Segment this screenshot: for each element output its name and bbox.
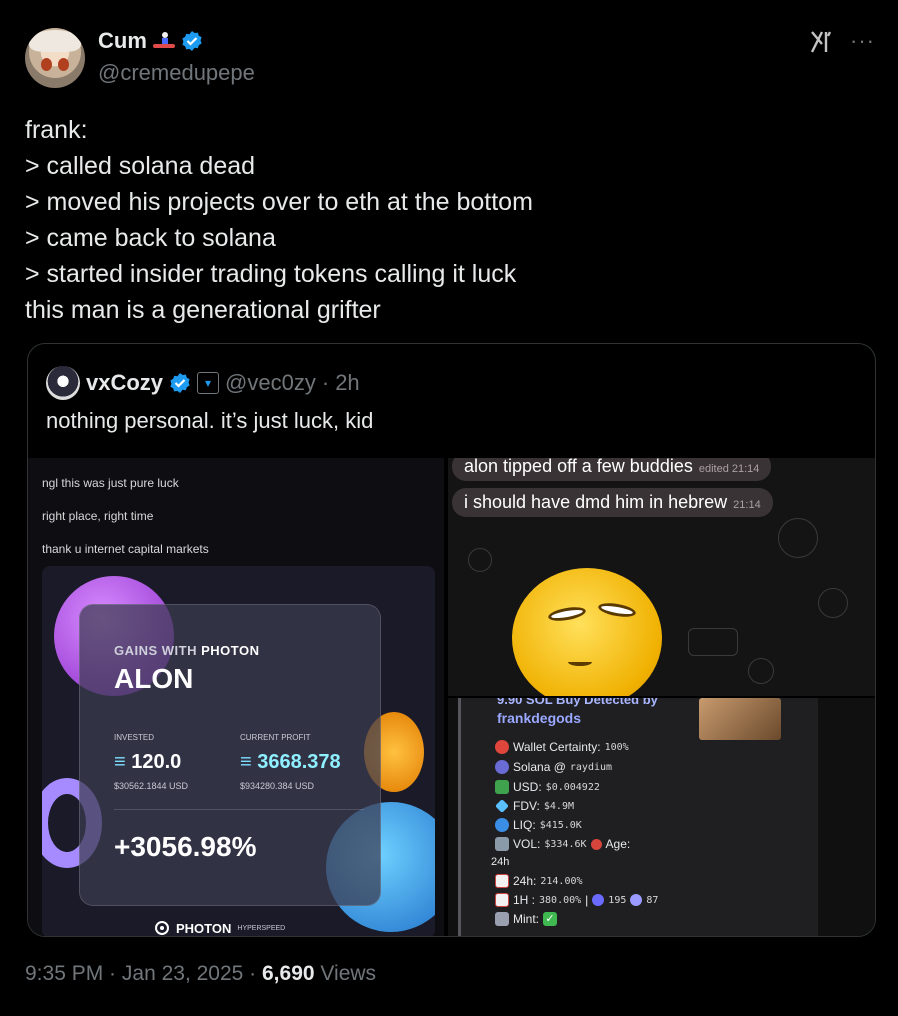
skier-emoji-icon <box>151 30 177 52</box>
gains-panel: GAINS WITH PHOTON ALON INVESTED CURRENT … <box>79 604 381 906</box>
views-label: Views <box>320 962 377 985</box>
target-icon <box>495 740 509 754</box>
gains-title: GAINS WITH PHOTON <box>114 643 260 658</box>
chart-icon <box>495 837 509 851</box>
post-line: right place, right time <box>42 509 154 523</box>
sell-icon <box>630 894 643 906</box>
chat-bubble-2: i should have dmd him in hebrew 21:14 <box>452 488 773 517</box>
quoted-tweet[interactable]: vxCozy ▾ @vec0zy · 2h nothing personal. … <box>27 343 876 937</box>
token-name: ALON <box>114 663 194 694</box>
quote-handle[interactable]: @vec0zy <box>225 370 316 396</box>
quote-dot: · <box>321 370 330 395</box>
media-image-bot[interactable]: 9.90 SOL Buy Detected by frankdegods Wal… <box>448 698 875 936</box>
money-icon <box>495 780 509 794</box>
bot-row: VOL: $334.6K Age: <box>495 837 630 851</box>
diamond-icon <box>495 799 509 813</box>
author-handle[interactable]: @cremedupepe <box>98 60 255 86</box>
tweet-line: > started insider trading tokens calling… <box>25 260 517 288</box>
author-avatar[interactable] <box>25 28 85 88</box>
buy-icon <box>592 894 605 906</box>
views-count: 6,690 <box>262 962 315 985</box>
photon-icon <box>155 921 169 935</box>
profit-usd: $934280.384 USD <box>240 781 315 791</box>
bot-row: USD: $0.004922 <box>495 780 600 794</box>
verified-badge-icon <box>169 372 191 394</box>
bot-row: Solana @ raydium <box>495 760 612 774</box>
profit-label: CURRENT PROFIT <box>240 733 311 742</box>
bot-age: 24h <box>491 856 510 868</box>
bot-row: LIQ: $415.0K <box>495 818 582 832</box>
tweet-line: > came back to solana <box>25 224 276 252</box>
chat-bubble-1: alon tipped off a few buddies edited 21:1… <box>452 458 772 481</box>
invested-label: INVESTED <box>114 733 155 742</box>
tweet-line: > called solana dead <box>25 152 256 180</box>
sparkle-badge-icon: ▾ <box>197 372 220 394</box>
bot-row: FDV: $4.9M <box>495 799 574 813</box>
bot-row: 1H :380.00% | 195 87 <box>495 893 658 907</box>
media-image-chat[interactable]: alon tipped off a few buddies edited 21:1… <box>448 458 875 696</box>
solana-icon: ≡ <box>240 751 252 773</box>
gains-card: GAINS WITH PHOTON ALON INVESTED CURRENT … <box>42 566 435 936</box>
invested-value: ≡ 120.0 <box>114 751 182 773</box>
tweet-text: frank: > called solana dead > moved his … <box>25 112 533 328</box>
solana-icon: ≡ <box>114 751 126 773</box>
profit-value: ≡ 3668.378 <box>240 751 341 773</box>
grok-icon[interactable] <box>808 28 836 56</box>
quote-text: nothing personal. it’s just luck, kid <box>46 408 374 433</box>
trend-up-icon <box>495 874 509 888</box>
bot-header: 9.90 SOL Buy Detected by <box>497 698 658 707</box>
bot-message: 9.90 SOL Buy Detected by frankdegods Wal… <box>458 698 818 936</box>
post-line: ngl this was just pure luck <box>42 476 179 490</box>
smug-emoji-icon <box>512 568 662 696</box>
bot-avatar <box>699 698 781 740</box>
bot-row: 24h: 214.00% <box>495 874 583 888</box>
quote-avatar[interactable] <box>46 366 80 400</box>
droplets-icon <box>495 818 509 832</box>
clock-icon <box>590 838 602 850</box>
quote-header: vxCozy ▾ @vec0zy · 2h <box>46 366 360 400</box>
tweet-time[interactable]: 9:35 PM <box>25 962 103 985</box>
author-name[interactable]: Cum <box>98 28 147 54</box>
more-icon[interactable]: ··· <box>850 28 875 54</box>
media-image-left[interactable]: ngl this was just pure luck right place,… <box>28 458 444 936</box>
quote-time[interactable]: 2h <box>335 370 359 396</box>
tweet-line: > moved his projects over to eth at the … <box>25 188 533 216</box>
bot-row: Wallet Certainty: 100% <box>495 740 629 754</box>
bot-row: Mint: ✓ <box>495 912 558 926</box>
post-line: thank u internet capital markets <box>42 542 209 556</box>
tweet-line: frank: <box>25 116 88 144</box>
solana-icon <box>495 760 509 774</box>
printer-icon <box>495 912 509 926</box>
tweet-meta: 9:35 PM · Jan 23, 2025 · 6,690 Views <box>25 962 377 985</box>
author-name-row[interactable]: Cum <box>98 28 203 54</box>
tweet-date[interactable]: Jan 23, 2025 <box>122 962 243 985</box>
bot-wallet-name: frankdegods <box>497 710 582 726</box>
invested-usd: $30562.1844 USD <box>114 781 189 791</box>
trend-up-icon <box>495 893 509 907</box>
quote-name[interactable]: vxCozy <box>86 370 163 396</box>
gain-percent: +3056.98% <box>114 831 257 862</box>
checkmark-icon: ✓ <box>543 912 558 926</box>
tweet-line: this man is a generational grifter <box>25 296 381 324</box>
verified-badge-icon <box>181 30 203 52</box>
photon-logo: PHOTON HYPERSPEED <box>154 920 285 936</box>
